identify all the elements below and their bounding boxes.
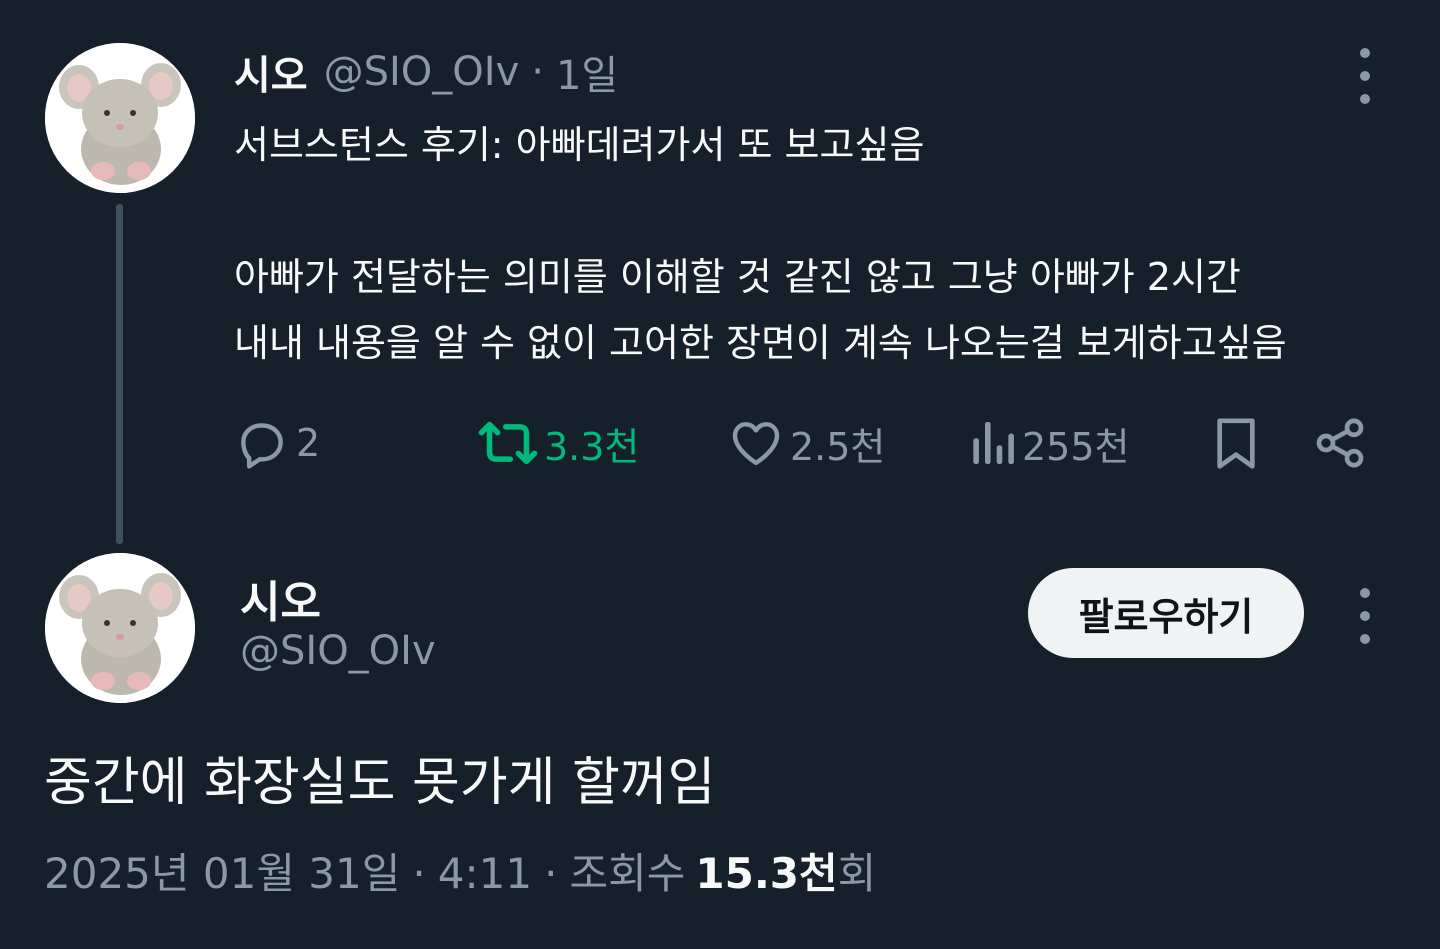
mouse-plush-icon — [45, 43, 195, 193]
parent-text-line-2: 아빠가 전달하는 의미를 이해할 것 같진 않고 그냥 아빠가 2시간 — [234, 255, 1241, 299]
tweet-time[interactable]: 4:11 — [438, 849, 532, 898]
views-label: 조회수 — [569, 849, 686, 898]
share-icon — [1316, 418, 1364, 468]
bookmark-icon — [1217, 418, 1255, 469]
tweet-date[interactable]: 2025년 01월 31일 — [44, 840, 400, 901]
mouse-plush-icon — [45, 553, 195, 703]
tweet-page: 시오 @SIO_OIv · 1일 서브스턴스 후기: 아빠데려가서 또 보고싶음… — [0, 0, 1440, 949]
separator-dot: · — [412, 849, 426, 898]
main-handle[interactable]: @SIO_OIv — [240, 628, 436, 674]
reply-count: 2 — [296, 421, 321, 465]
parent-text-line-3: 내내 내용을 알 수 없이 고어한 장면이 계속 나오는걸 보게하고싶음 — [234, 321, 1287, 365]
like-button[interactable]: 2.5천 — [728, 410, 885, 476]
share-button[interactable] — [1312, 410, 1368, 476]
separator-dot: · — [531, 49, 544, 95]
reply-icon — [241, 423, 283, 469]
like-count: 2.5천 — [790, 424, 886, 469]
main-more-icon[interactable] — [1355, 588, 1375, 644]
views-count-total: 15.3천 — [695, 849, 838, 898]
reply-button[interactable]: 2 — [234, 410, 320, 476]
separator-dot: · — [544, 849, 558, 898]
main-tweet-meta: 2025년 01월 31일 · 4:11 · 조회수 15.3천 회 — [44, 840, 876, 901]
parent-display-name[interactable]: 시오 — [234, 43, 308, 101]
thread-connector-line — [116, 204, 123, 544]
main-display-name[interactable]: 시오 — [240, 566, 321, 630]
follow-button[interactable]: 팔로우하기 — [1028, 568, 1304, 658]
parent-handle[interactable]: @SIO_OIv — [324, 49, 520, 95]
bookmark-button[interactable] — [1210, 410, 1262, 476]
views-suffix: 회 — [837, 849, 877, 898]
main-tweet-text: 중간에 화장실도 못가게 할꺼임 — [44, 753, 716, 813]
parent-avatar[interactable] — [45, 43, 195, 193]
parent-text-line-1: 서브스턴스 후기: 아빠데려가서 또 보고싶음 — [234, 123, 925, 167]
parent-more-icon[interactable] — [1355, 48, 1375, 104]
parent-timestamp[interactable]: 1일 — [556, 43, 618, 101]
retweet-icon — [478, 421, 538, 465]
main-avatar[interactable] — [45, 553, 195, 703]
parent-action-bar: 2 3.3천 2.5천 255천 — [234, 410, 1374, 476]
parent-tweet-text: 서브스턴스 후기: 아빠데려가서 또 보고싶음 아빠가 전달하는 의미를 이해할… — [234, 112, 1414, 376]
views-count: 255천 — [1022, 424, 1130, 469]
parent-tweet-header: 시오 @SIO_OIv · 1일 — [234, 42, 618, 102]
views-button[interactable]: 255천 — [968, 410, 1130, 476]
analytics-icon — [973, 422, 1014, 464]
retweet-count: 3.3천 — [544, 424, 640, 469]
heart-icon — [732, 422, 780, 466]
retweet-button[interactable]: 3.3천 — [478, 410, 639, 476]
